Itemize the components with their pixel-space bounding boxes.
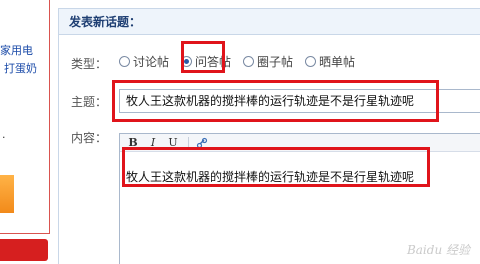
editor-content[interactable]: 牧人王这款机器的搅拌棒的运行轨迹是不是行星轨迹呢 [126, 168, 414, 185]
left-sidebar: 家用电 打蛋奶 . [0, 0, 52, 264]
italic-button[interactable]: I [146, 136, 160, 150]
subject-label: 主题： [71, 95, 108, 109]
radio-checked-icon[interactable] [181, 56, 193, 67]
radio-icon[interactable] [305, 56, 317, 67]
type-option-circle[interactable]: 圈子帖 [243, 53, 293, 70]
editor-toolbar: B I U [120, 134, 480, 152]
underline-button[interactable]: U [166, 136, 180, 150]
watermark: Baidu 经验 [406, 243, 470, 257]
content-label: 内容： [71, 131, 108, 145]
panel-title: 发表新话题： [59, 9, 480, 35]
link-icon[interactable] [195, 136, 209, 150]
type-label: 类型： [71, 57, 108, 71]
page: 家用电 打蛋奶 . 发表新话题： 类型： 讨论帖 问答帖 圈子帖 晒单帖 主题：… [0, 0, 480, 264]
left-orange-button[interactable] [0, 175, 14, 213]
type-option-discussion[interactable]: 讨论帖 [119, 53, 169, 70]
type-radio-group: 讨论帖 问答帖 圈子帖 晒单帖 [119, 53, 367, 70]
type-option-showcase[interactable]: 晒单帖 [305, 53, 355, 70]
type-option-qa[interactable]: 问答帖 [181, 53, 231, 70]
bold-button[interactable]: B [126, 136, 140, 150]
radio-icon[interactable] [119, 56, 130, 67]
toolbar-divider [188, 136, 189, 149]
new-topic-panel: 发表新话题： 类型： 讨论帖 问答帖 圈子帖 晒单帖 主题： 牧人王这款机器的搅… [58, 8, 480, 264]
left-link-2[interactable]: 打蛋奶 [4, 60, 37, 76]
subject-input[interactable]: 牧人王这款机器的搅拌棒的运行轨迹是不是行星轨迹呢 [119, 89, 480, 113]
left-red-button[interactable] [0, 239, 48, 261]
left-link-1[interactable]: 家用电 [0, 42, 33, 58]
left-dot: . [2, 128, 6, 141]
radio-icon[interactable] [243, 56, 255, 67]
